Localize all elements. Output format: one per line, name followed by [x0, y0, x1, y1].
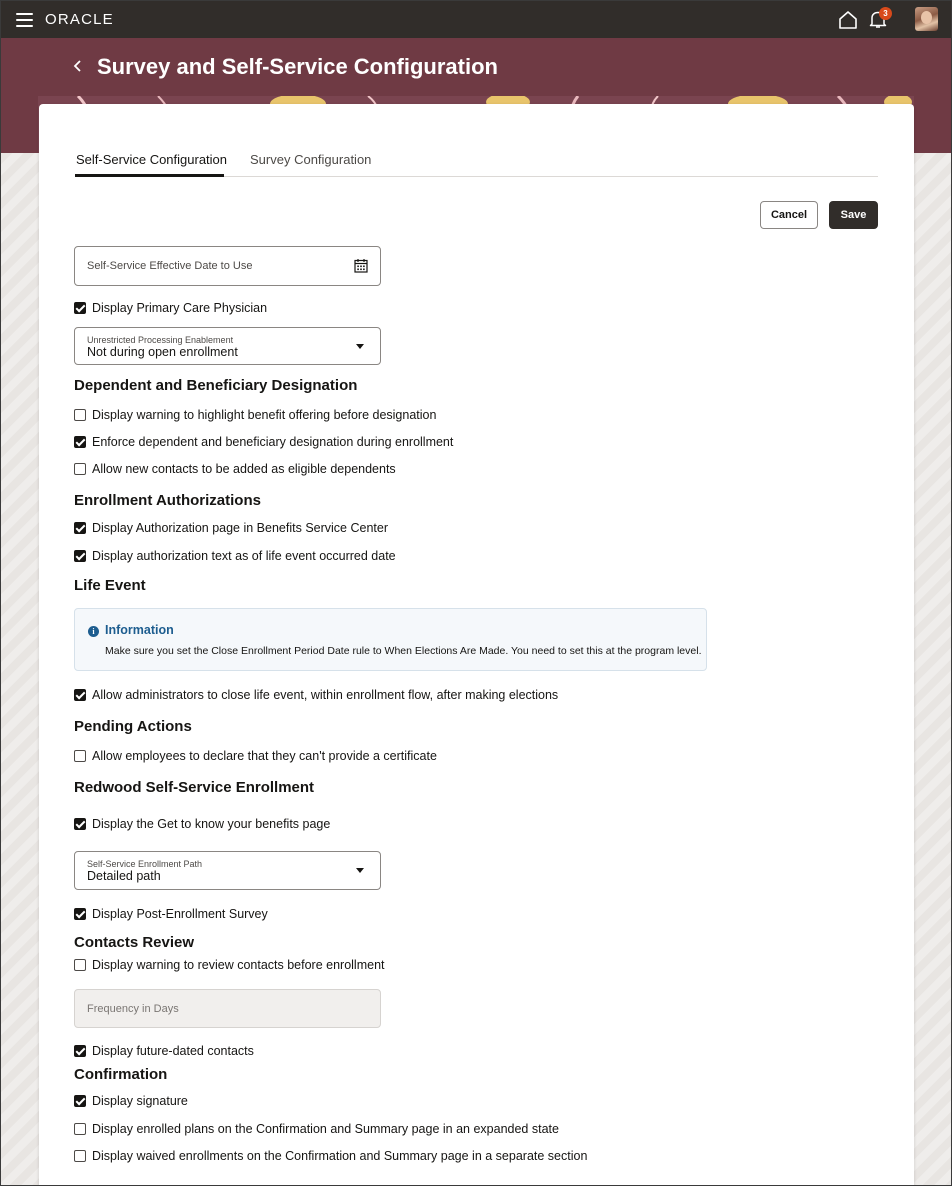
right-background-texture	[914, 153, 951, 1185]
information-message: i Information Make sure you set the Clos…	[74, 608, 707, 671]
chevron-down-icon[interactable]	[356, 868, 364, 873]
oracle-logo: ORACLE	[45, 11, 114, 28]
active-tab-indicator	[75, 174, 224, 177]
tab-self-service-configuration[interactable]: Self-Service Configuration	[76, 152, 227, 167]
save-button[interactable]: Save	[829, 201, 878, 229]
info-icon: i	[88, 626, 99, 637]
top-navigation-bar: ORACLE 3	[1, 1, 951, 38]
checkbox-label: Display Primary Care Physician	[92, 301, 268, 315]
section-pending-actions: Pending Actions	[74, 718, 192, 735]
hamburger-menu-icon[interactable]	[16, 13, 33, 27]
checkbox-label: Display enrolled plans on the Confirmati…	[92, 1122, 559, 1136]
checkbox-box[interactable]	[74, 959, 86, 971]
checkbox-label: Allow employees to declare that they can…	[92, 749, 437, 763]
checkbox-label: Display Authorization page in Benefits S…	[92, 521, 388, 535]
checkbox-label: Display authorization text as of life ev…	[92, 549, 396, 563]
section-redwood-enrollment: Redwood Self-Service Enrollment	[74, 779, 315, 796]
app-frame: ORACLE 3 Survey and Self-Service Configu…	[0, 0, 952, 1186]
checkbox-label: Allow new contacts to be added as eligib…	[92, 462, 396, 476]
checkbox-label: Display Post-Enrollment Survey	[92, 907, 268, 921]
checkbox-label: Display warning to review contacts befor…	[92, 958, 385, 972]
checkbox-label: Display waived enrollments on the Confir…	[92, 1149, 588, 1163]
notification-badge: 3	[879, 7, 892, 20]
enrollment-path-value: Detailed path	[87, 869, 161, 883]
frequency-placeholder: Frequency in Days	[87, 1003, 179, 1015]
section-enrollment-authorizations: Enrollment Authorizations	[74, 492, 261, 509]
page-title: Survey and Self-Service Configuration	[97, 54, 498, 79]
information-title: Information	[105, 623, 174, 637]
avatar[interactable]	[915, 7, 938, 31]
checkbox-box[interactable]	[74, 436, 86, 448]
checkbox-box[interactable]	[74, 409, 86, 421]
enrollment-path-label: Self-Service Enrollment Path	[87, 859, 203, 869]
section-life-event: Life Event	[74, 577, 146, 594]
unrestricted-processing-value: Not during open enrollment	[87, 345, 238, 359]
checkbox-label: Display signature	[92, 1094, 188, 1108]
section-confirmation: Confirmation	[74, 1066, 168, 1083]
checkbox-box[interactable]	[74, 1123, 86, 1135]
chevron-down-icon[interactable]	[356, 344, 364, 349]
home-icon[interactable]	[838, 10, 858, 29]
left-background-texture	[1, 153, 39, 1185]
checkbox-label: Display warning to highlight benefit off…	[92, 408, 437, 422]
checkbox-label: Allow administrators to close life event…	[92, 688, 559, 702]
unrestricted-processing-label: Unrestricted Processing Enablement	[87, 335, 234, 345]
cancel-button[interactable]: Cancel	[760, 201, 818, 229]
checkbox-box[interactable]	[74, 1150, 86, 1162]
unrestricted-processing-select[interactable]: Unrestricted Processing Enablement Not d…	[74, 327, 381, 365]
calendar-icon[interactable]	[354, 258, 368, 273]
tab-bar: Self-Service Configuration Survey Config…	[75, 149, 878, 177]
checkbox-box[interactable]	[74, 522, 86, 534]
checkbox-box[interactable]	[74, 550, 86, 562]
checkbox-box[interactable]	[74, 750, 86, 762]
checkbox-box[interactable]	[74, 908, 86, 920]
effective-date-placeholder: Self-Service Effective Date to Use	[87, 260, 253, 272]
checkbox-box[interactable]	[74, 1045, 86, 1057]
checkbox-box[interactable]	[74, 1095, 86, 1107]
back-arrow-icon[interactable]	[71, 58, 85, 74]
effective-date-field[interactable]: Self-Service Effective Date to Use	[74, 246, 381, 286]
tab-survey-configuration[interactable]: Survey Configuration	[250, 152, 371, 167]
checkbox-label: Display future-dated contacts	[92, 1044, 254, 1058]
frequency-in-days-field: Frequency in Days	[74, 989, 381, 1028]
enrollment-path-select[interactable]: Self-Service Enrollment Path Detailed pa…	[74, 851, 381, 890]
information-text: Make sure you set the Close Enrollment P…	[105, 645, 702, 657]
section-dependent-designation: Dependent and Beneficiary Designation	[74, 377, 358, 394]
section-contacts-review: Contacts Review	[74, 934, 195, 951]
checkbox-box[interactable]	[74, 689, 86, 701]
checkbox-label: Display the Get to know your benefits pa…	[92, 817, 331, 831]
checkbox-box[interactable]	[74, 463, 86, 475]
checkbox-box[interactable]	[74, 818, 86, 830]
checkbox-label: Enforce dependent and beneficiary design…	[92, 435, 454, 449]
checkbox-box[interactable]	[74, 302, 86, 314]
